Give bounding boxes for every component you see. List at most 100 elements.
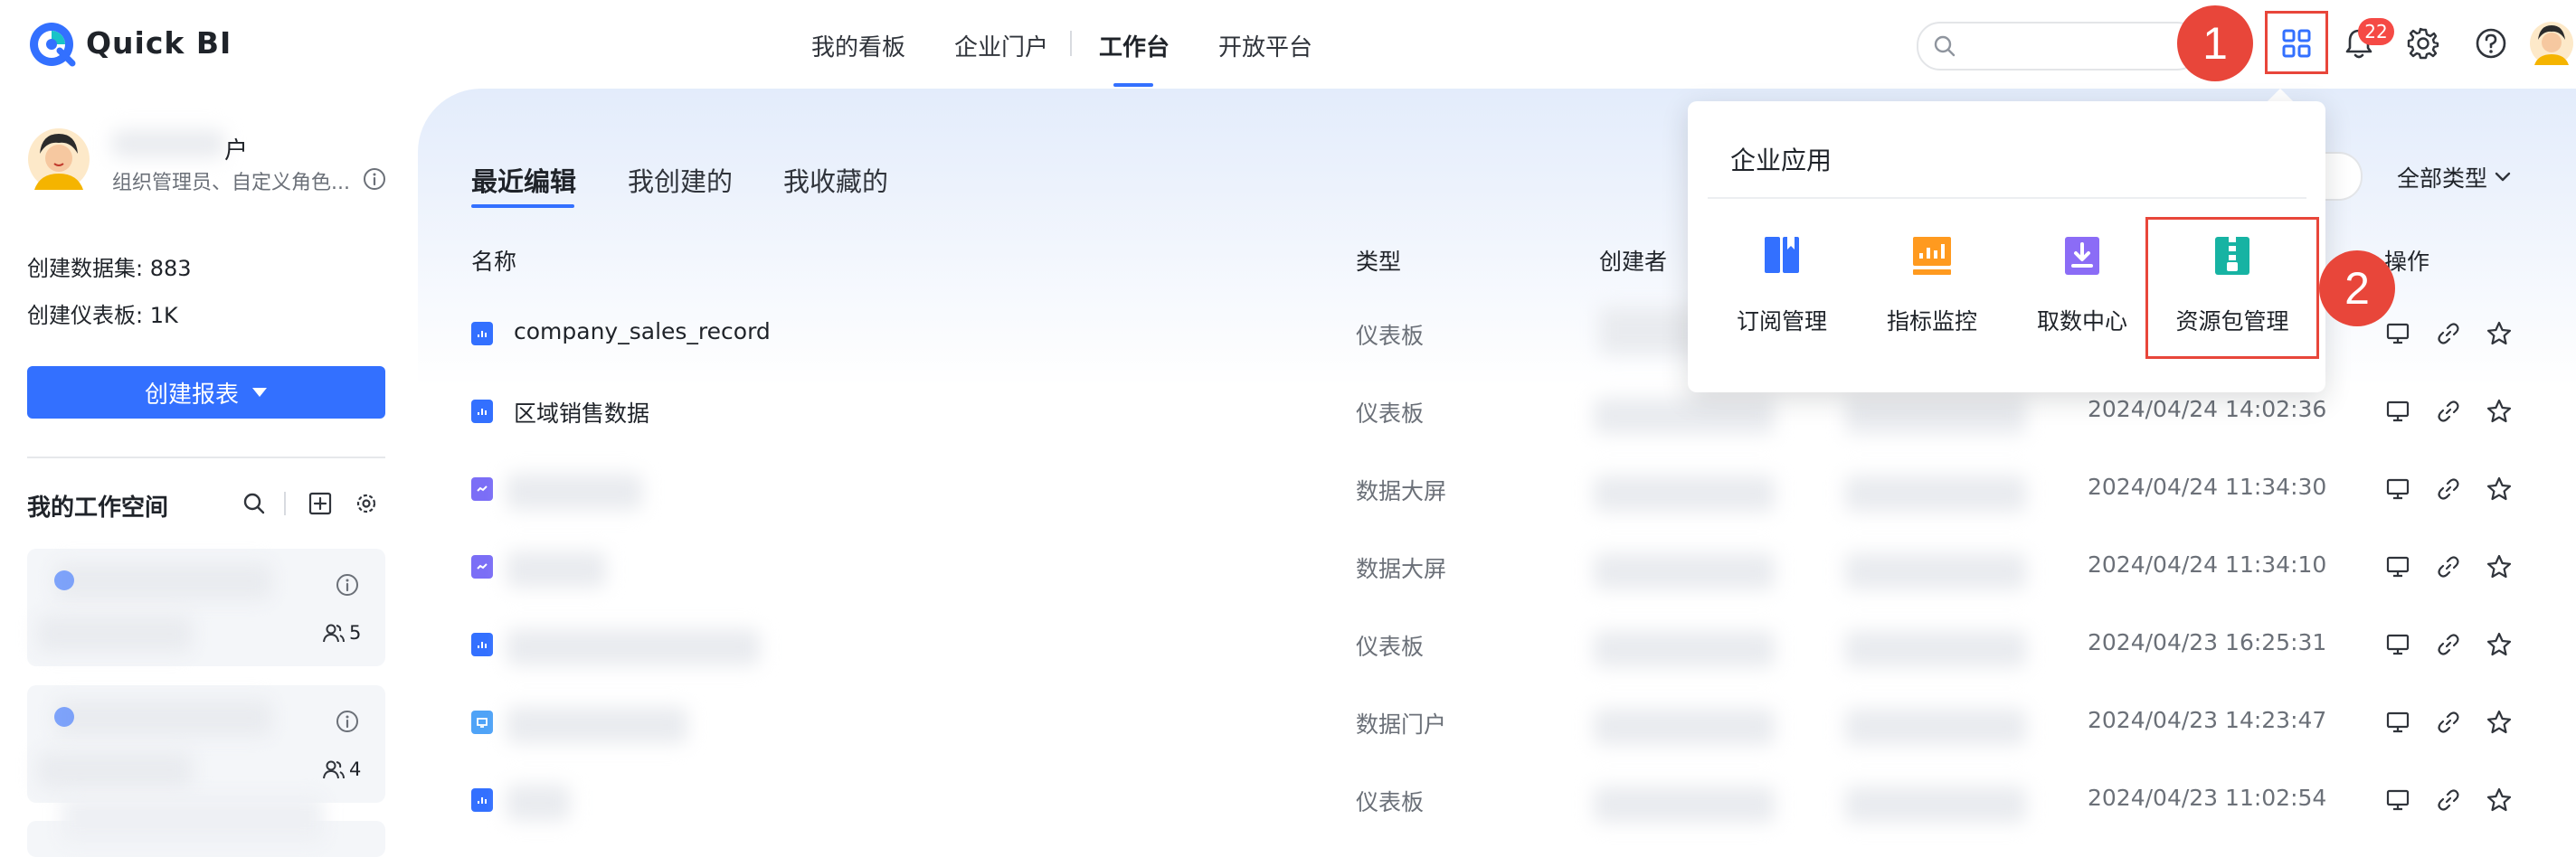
user-avatar[interactable]	[27, 127, 90, 192]
favorite-star-icon[interactable]	[2486, 786, 2513, 814]
redacted-workspace-name	[54, 563, 271, 599]
preview-icon[interactable]	[2384, 320, 2411, 347]
workspace-dot	[54, 570, 74, 590]
row-name[interactable]: company_sales_record	[514, 318, 771, 344]
workspace-search-icon[interactable]	[242, 491, 267, 516]
redacted-row-name	[507, 474, 642, 510]
members-icon	[323, 624, 345, 643]
redacted-workspace-owner	[38, 616, 192, 652]
redacted-workspace-name	[54, 700, 271, 736]
workspace-card[interactable]: 4	[27, 685, 385, 803]
workspace-info-icon[interactable]	[335, 572, 360, 598]
preview-icon[interactable]	[2384, 553, 2411, 580]
help-icon	[2476, 28, 2506, 59]
search-input[interactable]	[1917, 22, 2201, 71]
metric-monitor-item[interactable]: 指标监控	[1869, 233, 1995, 336]
redacted-row-name	[507, 551, 606, 588]
share-link-icon[interactable]	[2435, 398, 2462, 425]
data-portal-icon	[471, 711, 493, 734]
settings-button[interactable]	[2403, 24, 2443, 63]
nav-my-board[interactable]: 我的看板	[811, 29, 905, 62]
add-workspace-icon[interactable]	[308, 491, 333, 516]
metric-monitor-icon	[1913, 237, 1951, 275]
row-type: 仪表板	[1356, 789, 1425, 815]
redacted-creator	[1594, 631, 1775, 667]
redacted-row-name	[507, 707, 687, 743]
row-time: 2024/04/24 11:34:10	[2088, 551, 2327, 578]
subscription-label: 订阅管理	[1736, 308, 1827, 334]
redacted-modifier	[1845, 553, 2026, 589]
user-name: 户	[224, 137, 249, 165]
apps-grid-button[interactable]	[2277, 24, 2316, 63]
tab-my-created[interactable]: 我创建的	[628, 161, 733, 199]
share-link-icon[interactable]	[2435, 786, 2462, 814]
metric-monitor-label: 指标监控	[1886, 308, 1977, 334]
preview-icon[interactable]	[2384, 709, 2411, 736]
tab-my-favorites[interactable]: 我收藏的	[783, 161, 888, 199]
dashboard-icon	[471, 633, 493, 656]
workspace-card[interactable]: 5	[27, 549, 385, 666]
share-link-icon[interactable]	[2435, 553, 2462, 580]
help-button[interactable]	[2471, 24, 2511, 63]
favorite-star-icon[interactable]	[2486, 709, 2513, 736]
nav-separator	[1070, 31, 1072, 56]
favorite-star-icon[interactable]	[2486, 398, 2513, 425]
redacted-modifier	[1845, 709, 2026, 745]
info-icon[interactable]	[362, 166, 387, 192]
row-type: 仪表板	[1356, 323, 1425, 349]
share-link-icon[interactable]	[2435, 631, 2462, 658]
chevron-down-icon	[2495, 172, 2511, 182]
avatar[interactable]	[2529, 20, 2574, 67]
redacted-creator	[1594, 709, 1775, 745]
redacted-modifier	[1845, 398, 2026, 434]
redacted-row-name	[507, 785, 570, 821]
app-name: Quick BI	[86, 25, 232, 61]
dashboards-stat: 创建仪表板: 1K	[27, 303, 178, 328]
workspace-info-icon[interactable]	[335, 709, 360, 734]
tab-recent-edits[interactable]: 最近编辑	[471, 161, 576, 199]
preview-icon[interactable]	[2384, 398, 2411, 425]
type-filter-dropdown[interactable]: 全部类型	[2397, 161, 2511, 193]
row-type: 仪表板	[1356, 400, 1425, 427]
share-link-icon[interactable]	[2435, 476, 2462, 503]
favorite-star-icon[interactable]	[2486, 476, 2513, 503]
favorite-star-icon[interactable]	[2486, 553, 2513, 580]
workspace-member-count: 5	[349, 622, 362, 644]
redacted-workspace-owner	[38, 752, 192, 788]
datasets-stat: 创建数据集: 883	[27, 256, 192, 281]
share-link-icon[interactable]	[2435, 320, 2462, 347]
sidebar-divider	[27, 457, 385, 458]
workspace-tools-separator	[284, 492, 286, 515]
nav-enterprise-portal[interactable]: 企业门户	[954, 29, 1048, 62]
subscription-icon	[1765, 237, 1799, 273]
gear-icon	[2407, 27, 2439, 60]
create-report-button[interactable]: 创建报表	[27, 366, 385, 419]
favorite-star-icon[interactable]	[2486, 631, 2513, 658]
column-header-type: 类型	[1356, 249, 1402, 275]
data-fetch-center-item[interactable]: 取数中心	[2019, 233, 2145, 336]
workspace-title: 我的工作空间	[27, 494, 169, 522]
data-screen-icon	[471, 555, 493, 579]
dashboard-icon	[471, 400, 493, 423]
preview-icon[interactable]	[2384, 786, 2411, 814]
step-marker-2: 2	[2319, 250, 2395, 326]
subscription-management-item[interactable]: 订阅管理	[1719, 233, 1845, 336]
column-header-name: 名称	[471, 249, 517, 275]
row-time: 2024/04/24 11:34:30	[2088, 474, 2327, 500]
preview-icon[interactable]	[2384, 476, 2411, 503]
quick-bi-logo-icon[interactable]	[27, 20, 76, 69]
workspace-dot	[54, 707, 74, 727]
nav-open-platform[interactable]: 开放平台	[1218, 29, 1312, 62]
share-link-icon[interactable]	[2435, 709, 2462, 736]
preview-icon[interactable]	[2384, 631, 2411, 658]
row-time: 2024/04/23 14:23:47	[2088, 707, 2327, 733]
workspace-settings-icon[interactable]	[354, 491, 379, 516]
favorite-star-icon[interactable]	[2486, 320, 2513, 347]
redacted-modifier	[1845, 476, 2026, 512]
row-name[interactable]: 区域销售数据	[514, 396, 649, 428]
data-fetch-label: 取数中心	[2036, 308, 2127, 334]
redacted-workspace-list	[62, 796, 324, 843]
nav-workbench[interactable]: 工作台	[1099, 29, 1170, 62]
nav-active-indicator	[1113, 83, 1153, 87]
search-icon	[1934, 35, 1956, 57]
